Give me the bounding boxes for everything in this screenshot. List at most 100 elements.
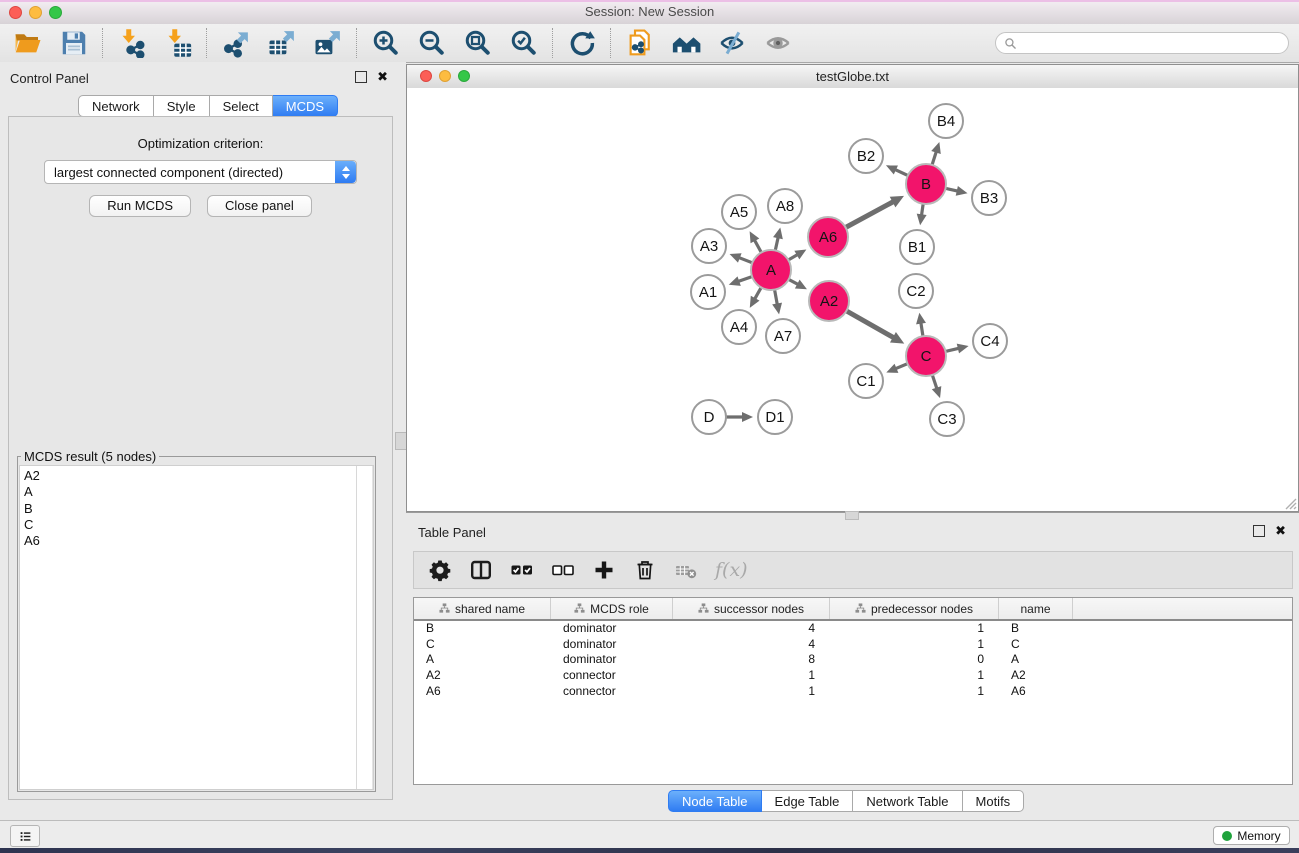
column-header-MCDS-role[interactable]: MCDS role xyxy=(551,598,673,619)
network-from-selection-icon[interactable] xyxy=(625,28,655,58)
network-window-titlebar[interactable]: testGlobe.txt xyxy=(407,65,1298,89)
memory-button[interactable]: Memory xyxy=(1213,826,1290,845)
graph-node-label: D xyxy=(704,409,715,426)
zoom-fit-icon[interactable] xyxy=(463,28,493,58)
horizontal-splitter-handle[interactable] xyxy=(845,511,859,520)
column-header-successor-nodes[interactable]: successor nodes xyxy=(673,598,830,619)
export-table-icon[interactable] xyxy=(267,28,297,58)
open-file-icon[interactable] xyxy=(13,28,43,58)
float-table-panel-icon[interactable] xyxy=(1253,525,1265,537)
delete-table-icon[interactable] xyxy=(674,558,698,582)
zoom-in-icon[interactable] xyxy=(371,28,401,58)
table-cell: A2 xyxy=(414,668,551,684)
column-header-name[interactable]: name xyxy=(999,598,1073,619)
export-network-icon[interactable] xyxy=(221,28,251,58)
table-row[interactable]: Bdominator41B xyxy=(414,621,1292,637)
close-table-panel-icon[interactable]: ✖ xyxy=(1275,526,1286,536)
result-scrollbar-track xyxy=(356,466,357,789)
result-item[interactable]: A6 xyxy=(24,533,373,549)
table-row[interactable]: Cdominator41C xyxy=(414,637,1292,653)
result-item[interactable]: A2 xyxy=(24,468,373,484)
graph-arrowhead xyxy=(932,386,941,398)
application-window: Session: New Session xyxy=(0,0,1299,853)
apply-layout-icon[interactable] xyxy=(567,28,597,58)
table-tabs: Node TableEdge TableNetwork TableMotifs xyxy=(668,790,1024,812)
table-toolbar: f(x) xyxy=(413,551,1293,589)
table-row[interactable]: Adominator80A xyxy=(414,652,1292,668)
column-header-predecessor-nodes[interactable]: predecessor nodes xyxy=(830,598,999,619)
run-mcds-button[interactable]: Run MCDS xyxy=(89,195,191,217)
graph-node-label: C xyxy=(921,348,932,365)
table-cell: dominator xyxy=(551,652,673,668)
table-cell: A6 xyxy=(999,684,1073,700)
network-canvas[interactable]: AA2A6BCA1A3A4A5A7A8B1B2B3B4C1C2C3C4DD1 xyxy=(407,88,1298,511)
import-table-icon[interactable] xyxy=(163,28,193,58)
network-window-title: testGlobe.txt xyxy=(407,69,1298,84)
table-cell: 1 xyxy=(830,668,999,684)
graph-node-label: B2 xyxy=(857,148,875,165)
zoom-selected-icon[interactable] xyxy=(509,28,539,58)
graph-arrowhead xyxy=(730,253,742,262)
function-builder-fx-icon[interactable]: f(x) xyxy=(715,559,748,581)
tab-select[interactable]: Select xyxy=(210,95,273,117)
export-image-icon[interactable] xyxy=(313,28,343,58)
table-mode-gear-icon[interactable] xyxy=(428,558,452,582)
table-row[interactable]: A6connector11A6 xyxy=(414,684,1292,700)
tab-mcds[interactable]: MCDS xyxy=(273,95,338,117)
tab-network-table[interactable]: Network Table xyxy=(853,790,962,812)
table-cell: 4 xyxy=(673,637,830,653)
tab-motifs[interactable]: Motifs xyxy=(963,790,1025,812)
graph-node-label: D1 xyxy=(765,409,784,426)
tab-style[interactable]: Style xyxy=(154,95,210,117)
criterion-dropdown[interactable]: largest connected component (directed) xyxy=(44,160,357,184)
table-row[interactable]: A2connector11A2 xyxy=(414,668,1292,684)
save-session-icon[interactable] xyxy=(59,28,89,58)
table-cell: 1 xyxy=(830,621,999,637)
show-hide-eye-icon[interactable] xyxy=(763,28,793,58)
delete-column-trash-icon[interactable] xyxy=(633,558,657,582)
graph-arrowhead xyxy=(957,344,969,354)
search-input[interactable] xyxy=(1022,35,1280,51)
zoom-out-icon[interactable] xyxy=(417,28,447,58)
table-cell: connector xyxy=(551,684,673,700)
home-icon[interactable] xyxy=(671,28,701,58)
result-item[interactable]: B xyxy=(24,501,373,517)
show-panels-list-button[interactable] xyxy=(10,825,40,847)
graph-arrowhead xyxy=(773,227,783,239)
tab-network[interactable]: Network xyxy=(78,95,154,117)
graph-node-label: C1 xyxy=(856,373,875,390)
table-cell: connector xyxy=(551,668,673,684)
optimization-criterion-label: Optimization criterion: xyxy=(9,136,392,151)
add-column-icon[interactable] xyxy=(592,558,616,582)
tab-node-table[interactable]: Node Table xyxy=(668,790,762,812)
deselect-all-icon[interactable] xyxy=(551,558,575,582)
table-panel: Table Panel ✖ f(x) shared nameMCDS roles… xyxy=(406,522,1299,820)
mcds-result-list[interactable]: A2ABCA6 xyxy=(19,465,374,790)
close-panel-button[interactable]: Close panel xyxy=(207,195,312,217)
show-columns-icon[interactable] xyxy=(469,558,493,582)
float-panel-icon[interactable] xyxy=(355,71,367,83)
table-cell: C xyxy=(414,637,551,653)
table-cell: A6 xyxy=(414,684,551,700)
graph-arrowhead xyxy=(772,303,782,315)
tab-edge-table[interactable]: Edge Table xyxy=(762,790,854,812)
close-panel-icon[interactable]: ✖ xyxy=(377,72,388,82)
show-graphics-details-icon[interactable] xyxy=(717,28,747,58)
graph-arrowhead xyxy=(729,276,741,285)
table-cell: 1 xyxy=(830,637,999,653)
select-all-icon[interactable] xyxy=(510,558,534,582)
column-header-shared-name[interactable]: shared name xyxy=(414,598,551,619)
control-panel-title: Control Panel xyxy=(10,71,89,86)
result-item[interactable]: A xyxy=(24,484,373,500)
memory-status-dot xyxy=(1222,831,1232,841)
search-box xyxy=(995,32,1289,54)
table-cell: dominator xyxy=(551,621,673,637)
graph-arrowhead xyxy=(917,214,927,226)
dropdown-stepper-icon xyxy=(335,161,356,183)
import-network-icon[interactable] xyxy=(117,28,147,58)
table-panel-title: Table Panel xyxy=(418,525,486,540)
result-item[interactable]: C xyxy=(24,517,373,533)
resize-grip-icon[interactable] xyxy=(1283,496,1297,510)
search-icon xyxy=(1004,37,1017,50)
table-cell: B xyxy=(414,621,551,637)
